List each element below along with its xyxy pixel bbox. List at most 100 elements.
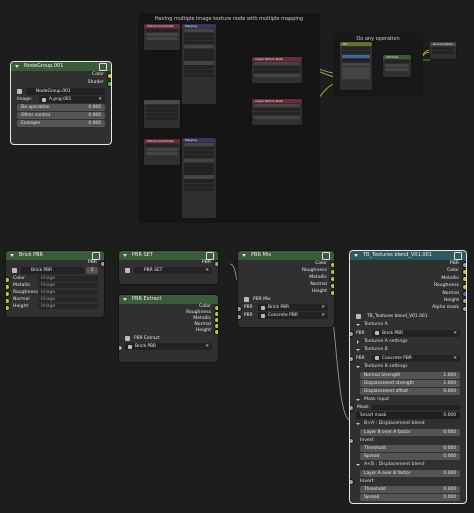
pbr-set-header[interactable]: PBR SET bbox=[119, 251, 218, 260]
image-texture-node-1[interactable]: Image Texture Node bbox=[252, 57, 302, 83]
socket-icon[interactable] bbox=[214, 261, 218, 267]
socket-icon[interactable] bbox=[330, 289, 334, 296]
tb-header[interactable]: TB_Textures blend_V01.001 bbox=[350, 251, 466, 260]
example-field[interactable]: Example 0.000 bbox=[17, 120, 105, 127]
section-mask-input[interactable]: Mask input bbox=[350, 396, 466, 404]
socket-icon[interactable] bbox=[238, 305, 242, 312]
image-texture-node-2[interactable]: Image Texture Node bbox=[252, 99, 302, 125]
section-textures-a[interactable]: Textures A bbox=[350, 321, 466, 329]
socket-icon[interactable] bbox=[462, 305, 466, 312]
pbr-mix-datablock[interactable]: PBR Mix bbox=[244, 296, 328, 303]
image-slot[interactable]: Image bbox=[38, 276, 98, 281]
pbr-mix-input-a[interactable]: PBR Brick PBR ✕ bbox=[238, 304, 328, 312]
socket-icon[interactable] bbox=[6, 304, 10, 311]
section-bva-blend[interactable]: B<A : Displacement blend bbox=[350, 420, 466, 428]
bva-spread-field[interactable]: Spread 0.000 bbox=[360, 452, 460, 460]
brick-pbr-node[interactable]: Brick PBR PBR Brick PBR 3 Color Image Met… bbox=[6, 251, 104, 317]
collapse-icon[interactable] bbox=[242, 254, 246, 257]
image-field[interactable]: A.png.001 ✕ bbox=[39, 96, 105, 103]
mapping-node-2[interactable]: Mapping bbox=[182, 138, 216, 218]
pbr-extract-input[interactable]: Brick PBR ✕ bbox=[119, 343, 212, 351]
tb-pbr-a[interactable]: PBR Brick PBR ✕ bbox=[350, 329, 460, 338]
bva-threshold-field[interactable]: Threshold 0.000 bbox=[360, 444, 460, 452]
collapse-icon[interactable] bbox=[123, 254, 127, 257]
socket-icon[interactable] bbox=[100, 261, 104, 267]
tb-pbr-b-field[interactable]: Concrete PBR ✕ bbox=[372, 354, 460, 362]
mask-slot[interactable] bbox=[372, 404, 460, 410]
tb-datablock-field[interactable]: TB_Textures blend_V01.001 bbox=[365, 313, 460, 320]
group-icon[interactable] bbox=[92, 252, 100, 260]
close-icon[interactable]: ✕ bbox=[321, 312, 325, 319]
do-operation-field[interactable]: Do operation 0.000 bbox=[17, 104, 105, 111]
tb-pbr-a-field[interactable]: Brick PBR ✕ bbox=[372, 329, 460, 337]
layer-b-over-a-field[interactable]: Layer B over A factor 0.000 bbox=[360, 428, 460, 436]
brick-datablock-field[interactable]: Brick PBR bbox=[21, 267, 84, 274]
close-icon[interactable]: ✕ bbox=[205, 343, 209, 350]
section-avb-blend[interactable]: A<B : Displacement blend bbox=[350, 461, 466, 469]
section-textures-a-settings[interactable]: Textures A settings bbox=[350, 338, 466, 346]
group-icon[interactable] bbox=[99, 63, 107, 71]
attribute-node[interactable]: Attribute bbox=[383, 55, 411, 77]
image-slot[interactable]: Image bbox=[38, 290, 98, 295]
pbr-mix-input-b[interactable]: PBR Concrete PBR ✕ bbox=[238, 312, 328, 320]
section-textures-b-settings[interactable]: Textures B settings bbox=[350, 363, 466, 371]
nodegroup-header[interactable]: NodeGroup.001 bbox=[11, 62, 111, 71]
close-icon[interactable]: ✕ bbox=[453, 330, 457, 337]
group-icon[interactable] bbox=[454, 252, 462, 260]
datablock-picker[interactable]: NodeGroup.001 bbox=[17, 88, 105, 95]
section-textures-b[interactable]: Textures B bbox=[350, 346, 466, 354]
pbr-mix-header[interactable]: PBR Mix bbox=[238, 251, 334, 260]
brick-header[interactable]: Brick PBR bbox=[6, 251, 104, 260]
group-icon[interactable] bbox=[206, 252, 214, 260]
nodegroup-node[interactable]: NodeGroup.001 Color Shader NodeGroup.001… bbox=[11, 62, 111, 144]
pbr-mix-input-b-field[interactable]: Concrete PBR ✕ bbox=[258, 312, 328, 319]
group-output-node[interactable]: Group Output bbox=[430, 42, 456, 59]
pbr-set-datablock[interactable]: PBR SET ✕ bbox=[125, 267, 212, 274]
displacement-strength-field[interactable]: Displacement strength 1.000 bbox=[360, 379, 460, 387]
pbr-set-node[interactable]: PBR SET PBR PBR SET ✕ bbox=[119, 251, 218, 284]
mapping-node[interactable]: Mapping bbox=[182, 24, 216, 104]
socket-icon[interactable] bbox=[350, 438, 354, 445]
socket-icon[interactable] bbox=[107, 81, 111, 87]
users-count[interactable]: 3 bbox=[86, 267, 98, 274]
socket-icon[interactable] bbox=[350, 356, 354, 363]
displacement-offset-field[interactable]: Displacement offset 0.000 bbox=[360, 387, 460, 395]
avb-spread-field[interactable]: Spread 0.000 bbox=[360, 493, 460, 501]
collapse-icon[interactable] bbox=[10, 254, 14, 257]
pbr-mix-node[interactable]: PBR Mix Color Roughness Metallic Normal … bbox=[238, 251, 334, 327]
pbr-mix-input-a-field[interactable]: Brick PBR ✕ bbox=[258, 304, 328, 311]
socket-icon[interactable] bbox=[350, 405, 354, 412]
tb-textures-blend-node[interactable]: TB_Textures blend_V01.001 PBR Color Meta… bbox=[350, 251, 466, 503]
socket-icon[interactable] bbox=[350, 479, 354, 486]
pbr-extract-input-field[interactable]: Brick PBR ✕ bbox=[125, 343, 212, 350]
socket-icon[interactable] bbox=[214, 329, 218, 335]
close-icon[interactable]: ✕ bbox=[321, 304, 325, 311]
collapse-icon[interactable] bbox=[354, 254, 358, 257]
close-icon[interactable]: ✕ bbox=[98, 96, 102, 103]
brick-datablock[interactable]: Brick PBR 3 bbox=[12, 267, 98, 274]
tb-datablock[interactable]: TB_Textures blend_V01.001 bbox=[356, 313, 460, 320]
invert-checkbox-row[interactable]: Invert bbox=[350, 437, 466, 445]
group-icon[interactable] bbox=[322, 252, 330, 260]
uv-node[interactable] bbox=[144, 100, 180, 128]
layer-a-over-b-field[interactable]: Layer A over B factor 0.000 bbox=[360, 469, 460, 477]
invert-checkbox-row-2[interactable]: Invert bbox=[350, 478, 466, 486]
socket-icon[interactable] bbox=[119, 344, 123, 351]
close-icon[interactable]: ✕ bbox=[453, 355, 457, 362]
smart-mask-field[interactable]: Smart mask 0.000 bbox=[356, 411, 460, 419]
image-picker[interactable]: Image: A.png.001 ✕ bbox=[17, 96, 105, 103]
pbr-extract-datablock[interactable]: PBR Extract bbox=[125, 335, 212, 342]
pbr-extract-node[interactable]: PBR Extract Color Roughness Metallic Nor… bbox=[119, 295, 218, 362]
texcoord-node[interactable]: Texture Coordinate bbox=[144, 24, 180, 50]
normal-strength-field[interactable]: Normal Strength 1.000 bbox=[360, 371, 460, 379]
other-control-field[interactable]: Other control 0.000 bbox=[17, 112, 105, 119]
avb-threshold-field[interactable]: Threshold 0.000 bbox=[360, 485, 460, 493]
close-icon[interactable]: ✕ bbox=[205, 267, 209, 274]
tb-pbr-b[interactable]: PBR Concrete PBR ✕ bbox=[350, 354, 460, 363]
mix-node[interactable]: Mix bbox=[340, 42, 372, 90]
image-slot[interactable]: Image bbox=[38, 283, 98, 288]
socket-icon[interactable] bbox=[238, 313, 242, 320]
texcoord-node-2[interactable]: Texture Coordinate bbox=[144, 139, 180, 165]
pbr-extract-header[interactable]: PBR Extract bbox=[119, 295, 218, 304]
image-slot[interactable]: Image bbox=[38, 304, 98, 309]
